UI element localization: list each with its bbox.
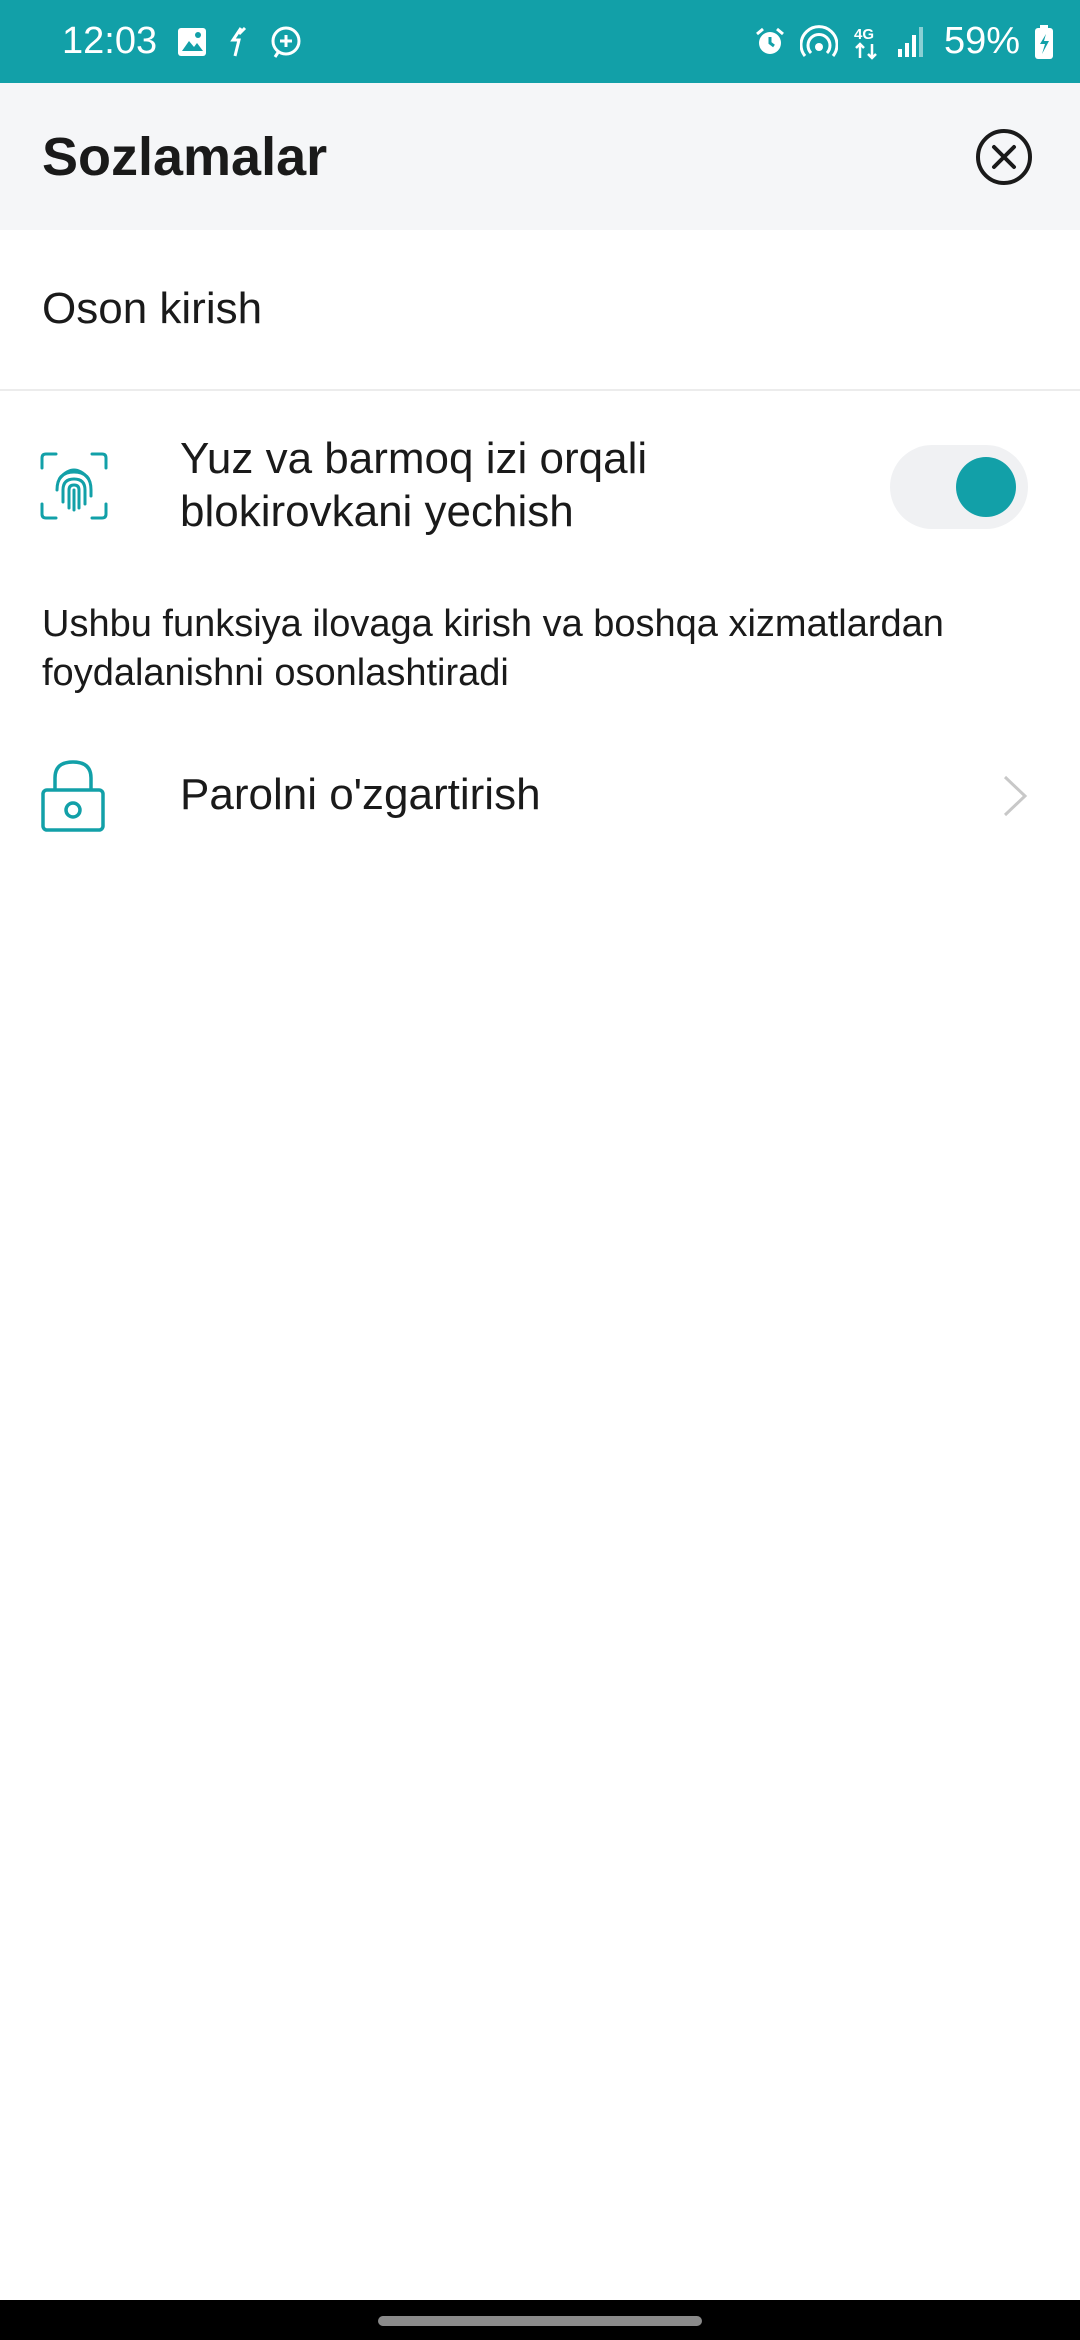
divider: [0, 389, 1080, 391]
network-4g-icon: 4G: [852, 24, 882, 60]
app-header: Sozlamalar: [0, 83, 1080, 230]
biometric-unlock-label: Yuz va barmoq izi orqali blokirovkani ye…: [180, 434, 648, 536]
svg-text:4G: 4G: [854, 26, 874, 43]
change-password-label: Parolni o'zgartirish: [180, 770, 541, 819]
gallery-icon: [177, 27, 207, 57]
status-time: 12:03: [62, 20, 158, 62]
chat-icon: [269, 25, 303, 59]
fingerprint-scan-icon: [40, 452, 108, 520]
battery-charging-icon: [1034, 24, 1054, 60]
chevron-right-icon: [1003, 775, 1028, 817]
alarm-icon: [754, 26, 786, 58]
change-password-row[interactable]: Parolni o'zgartirish: [0, 750, 1080, 840]
biometric-unlock-row[interactable]: Yuz va barmoq izi orqali blokirovkani ye…: [0, 420, 1080, 560]
section-title: Oson kirish: [42, 284, 263, 333]
page-title: Sozlamalar: [42, 126, 328, 187]
sync-icon: [227, 26, 249, 58]
battery-text: 59%: [943, 20, 1020, 62]
close-button[interactable]: [974, 127, 1034, 187]
hotspot-icon: [799, 24, 838, 59]
biometric-toggle[interactable]: [890, 445, 1028, 529]
biometric-description: Ushbu funksiya ilovaga kirish va boshqa …: [42, 603, 944, 694]
close-circle-icon: [976, 128, 1032, 185]
toggle-knob: [956, 457, 1016, 517]
status-bar: 12:03 4G 59%: [0, 0, 1080, 83]
signal-icon: [896, 25, 926, 59]
system-nav-bar: [0, 2300, 1080, 2340]
lock-icon: [41, 760, 105, 832]
home-gesture-handle[interactable]: [378, 2316, 702, 2326]
